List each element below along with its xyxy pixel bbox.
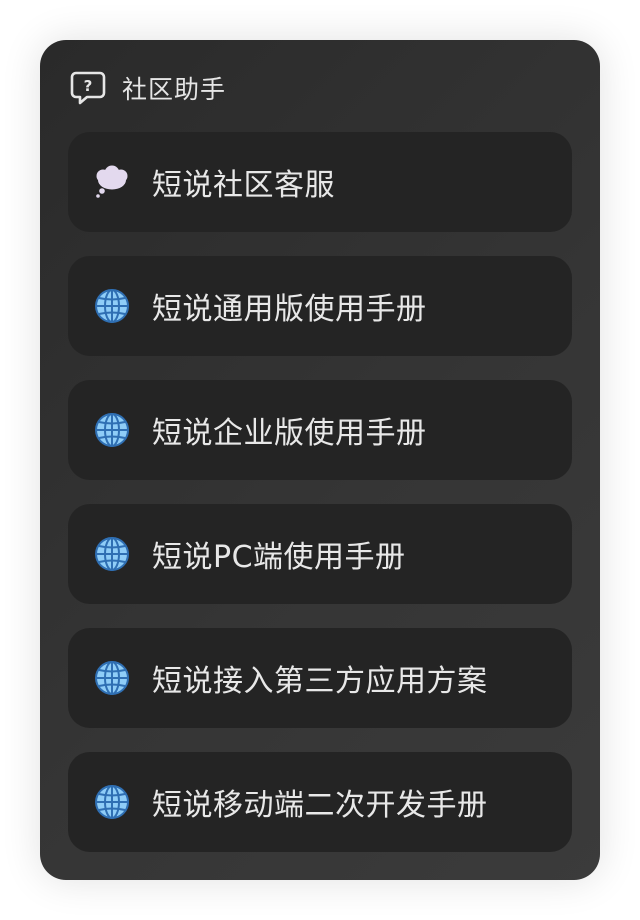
list-item-label: 短说移动端二次开发手册 <box>152 788 488 823</box>
list-item-mobile-dev-manual[interactable]: 短说移动端二次开发手册 <box>68 752 572 852</box>
list-item-label: 短说企业版使用手册 <box>152 416 427 451</box>
globe-icon <box>92 782 132 822</box>
thought-bubble-icon <box>92 162 132 202</box>
list-item-label: 短说社区客服 <box>152 168 335 203</box>
list-item-customer-service[interactable]: 短说社区客服 <box>68 132 572 232</box>
list-item-enterprise-manual[interactable]: 短说企业版使用手册 <box>68 380 572 480</box>
panel-header: ? 社区助手 <box>68 68 226 108</box>
panel-title: 社区助手 <box>122 75 227 104</box>
list-item-label: 短说接入第三方应用方案 <box>152 664 488 699</box>
globe-icon <box>92 534 132 574</box>
list-item-third-party-integration[interactable]: 短说接入第三方应用方案 <box>68 628 572 728</box>
link-list: 短说社区客服 短说通用版使用手册 短说企业版使用手册 短说PC端使用手册 短说接… <box>68 132 572 876</box>
list-item-general-manual[interactable]: 短说通用版使用手册 <box>68 256 572 356</box>
list-item-label: 短说通用版使用手册 <box>152 292 427 327</box>
globe-icon <box>92 410 132 450</box>
list-item-label: 短说PC端使用手册 <box>152 540 406 575</box>
list-item-pc-manual[interactable]: 短说PC端使用手册 <box>68 504 572 604</box>
svg-text:?: ? <box>84 77 93 95</box>
community-assistant-panel: ? 社区助手 短说社区客服 短说通用版使用手册 短说企业版使用手册 短说PC端使… <box>40 40 600 880</box>
question-bubble-icon: ? <box>68 68 108 108</box>
globe-icon <box>92 658 132 698</box>
globe-icon <box>92 286 132 326</box>
